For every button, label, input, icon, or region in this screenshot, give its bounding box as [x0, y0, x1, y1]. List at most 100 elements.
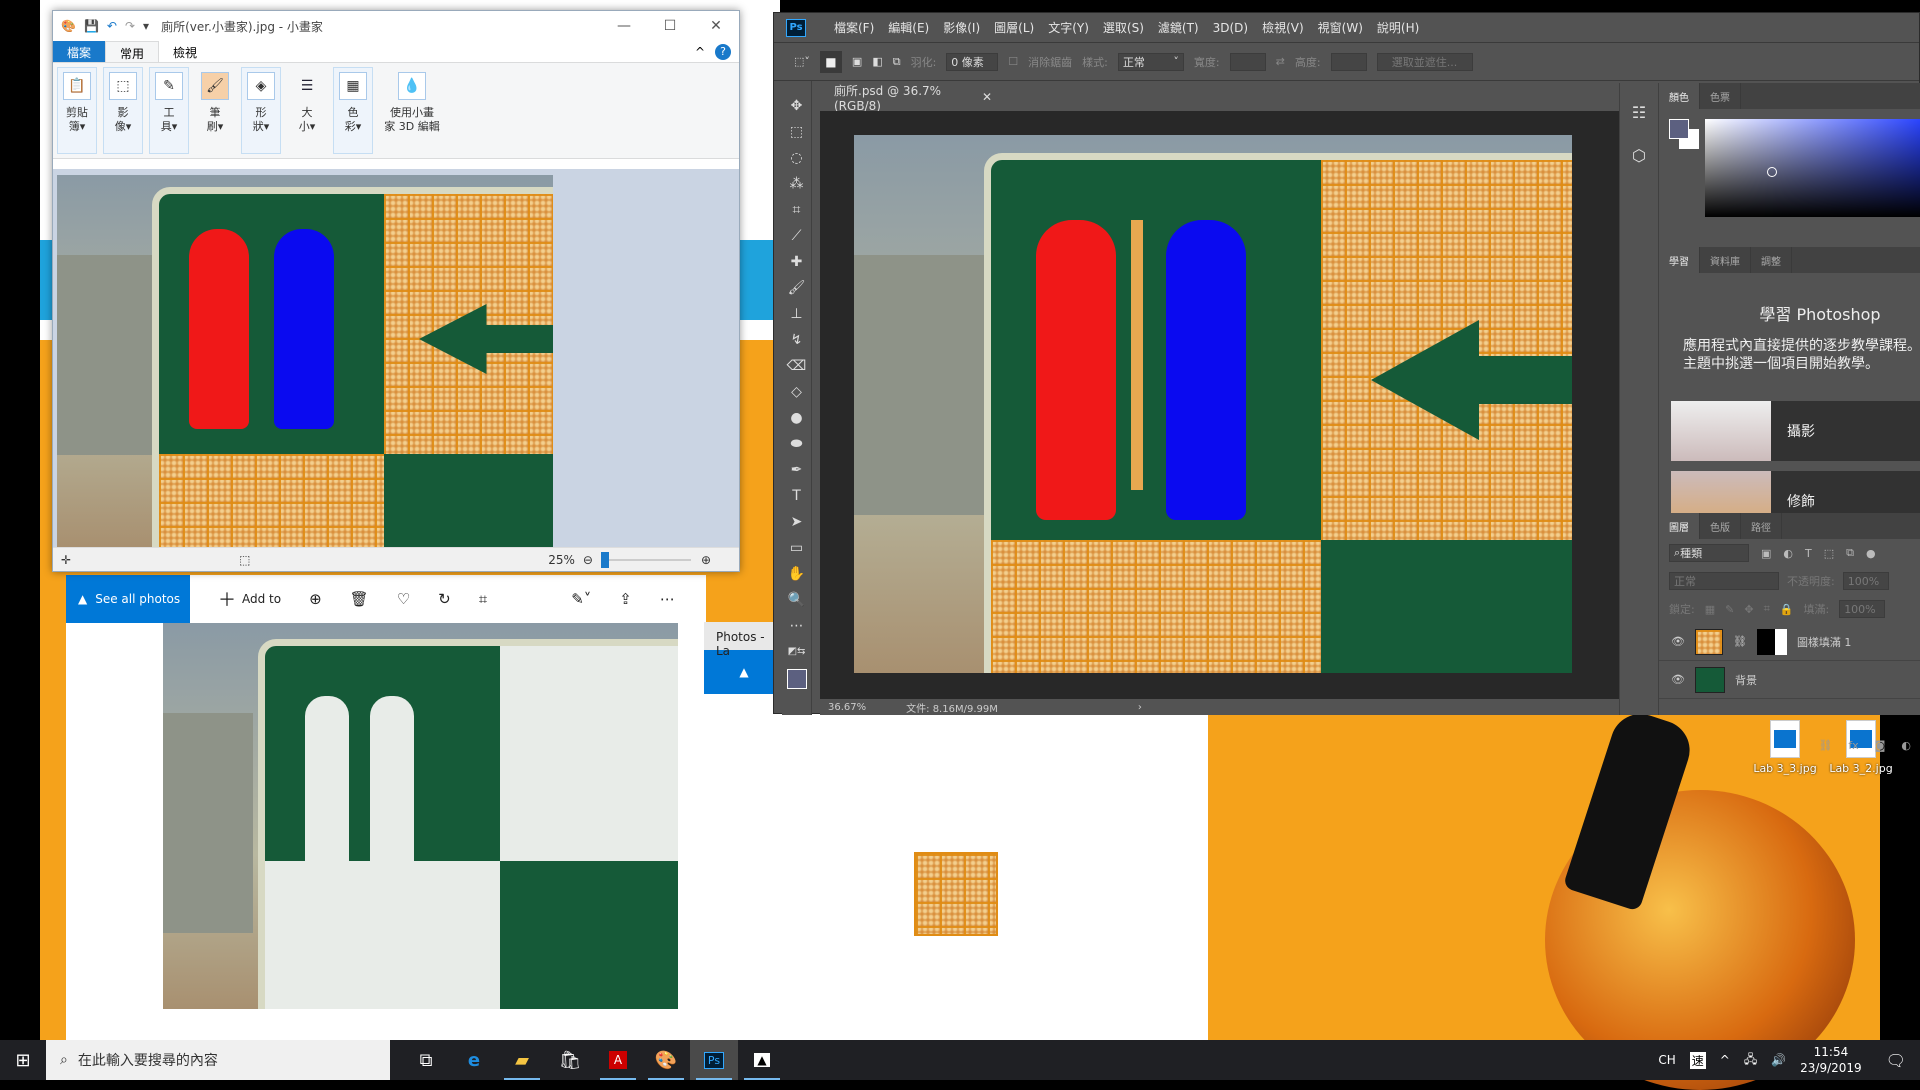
adjustment-layer-icon[interactable]: ◐: [1901, 739, 1911, 752]
menu-image[interactable]: 影像(I): [943, 19, 980, 36]
learn-item-photography[interactable]: 攝影: [1671, 401, 1920, 461]
menu-layer[interactable]: 圖層(L): [994, 19, 1034, 36]
menu-edit[interactable]: 編輯(E): [888, 19, 929, 36]
color-picker-cursor[interactable]: [1767, 167, 1777, 177]
blend-mode-select[interactable]: 正常: [1669, 572, 1779, 590]
notifications-icon[interactable]: 🗨: [1886, 1051, 1906, 1070]
zoom-slider-thumb[interactable]: [600, 551, 609, 568]
menu-type[interactable]: 文字(Y): [1048, 19, 1089, 36]
eraser-tool-icon[interactable]: ⌫: [787, 357, 807, 375]
collapse-ribbon-icon[interactable]: ^: [695, 45, 705, 59]
taskbar-photoshop[interactable]: Ps: [690, 1040, 738, 1080]
tab-view[interactable]: 檢視: [159, 41, 211, 62]
menu-3d[interactable]: 3D(D): [1213, 21, 1248, 35]
tab-learn[interactable]: 學習: [1659, 247, 1700, 273]
size-button[interactable]: ☰ 大 小▾: [287, 67, 327, 154]
opacity-input[interactable]: 100%: [1842, 572, 1889, 590]
marquee-tool-icon[interactable]: ⬚: [790, 123, 803, 141]
filter-smart-icon[interactable]: ⧉: [1846, 546, 1854, 560]
tab-paths[interactable]: 路徑: [1741, 513, 1782, 539]
colors-button[interactable]: ▦ 色 彩▾: [333, 67, 373, 154]
help-icon[interactable]: ?: [715, 43, 731, 60]
menu-help[interactable]: 說明(H): [1377, 19, 1419, 36]
blur-tool-icon[interactable]: ●: [790, 409, 802, 427]
brushes-button[interactable]: 🖌 筆 刷▾: [195, 67, 235, 154]
hand-tool-icon[interactable]: ✋: [788, 565, 805, 583]
taskbar-acrobat[interactable]: A: [594, 1040, 642, 1080]
tab-adjustments[interactable]: 調整: [1751, 247, 1792, 273]
volume-icon[interactable]: 🔊: [1771, 1053, 1786, 1067]
add-mask-icon[interactable]: ◙: [1875, 739, 1886, 752]
tab-file[interactable]: 檔案: [53, 41, 106, 62]
add-to-button[interactable]: ＋ Add to: [218, 586, 281, 612]
marquee-tool-preset-icon[interactable]: ⬚˅: [794, 55, 810, 68]
visibility-eye-icon[interactable]: 👁: [1671, 635, 1685, 648]
menu-select[interactable]: 選取(S): [1103, 19, 1144, 36]
menu-view[interactable]: 檢視(V): [1262, 19, 1304, 36]
tab-channels[interactable]: 色版: [1700, 513, 1741, 539]
tab-libraries[interactable]: 資料庫: [1700, 247, 1751, 273]
height-input[interactable]: [1330, 52, 1367, 71]
favorite-icon[interactable]: ♡: [397, 590, 410, 608]
delete-icon[interactable]: 🗑: [350, 590, 369, 608]
select-and-mask-button[interactable]: 選取並遮住...: [1376, 52, 1473, 71]
swap-colors-icon[interactable]: ◩⇆: [788, 643, 806, 661]
link-icon[interactable]: ⛓: [1733, 635, 1747, 648]
document-tab[interactable]: 廁所.psd @ 36.7% (RGB/8) ✕: [822, 83, 992, 113]
ime-language[interactable]: CH: [1658, 1053, 1675, 1067]
maximize-button[interactable]: ☐: [647, 18, 693, 34]
path-selection-tool-icon[interactable]: ➤: [791, 513, 803, 531]
zoom-out-button[interactable]: ⊖: [583, 553, 593, 567]
taskbar-photos[interactable]: ▲: [738, 1040, 786, 1080]
menu-window[interactable]: 視窗(W): [1318, 19, 1363, 36]
visibility-eye-icon[interactable]: 👁: [1671, 673, 1685, 686]
tools-button[interactable]: ✎ 工 具▾: [149, 67, 189, 154]
document-canvas[interactable]: [854, 135, 1572, 673]
layer-row[interactable]: 👁 背景: [1659, 661, 1920, 699]
history-panel-icon[interactable]: ☷: [1620, 103, 1658, 122]
filter-pixel-icon[interactable]: ▣: [1761, 547, 1771, 560]
paint-bucket-tool-icon[interactable]: ◇: [791, 383, 802, 401]
see-all-photos-button[interactable]: ▲ See all photos: [66, 575, 190, 623]
fill-input[interactable]: 100%: [1839, 600, 1886, 618]
background-color-swatch[interactable]: [795, 678, 816, 698]
swap-dimensions-icon[interactable]: ⇄: [1276, 55, 1285, 68]
sponge-tool-icon[interactable]: ⬬: [791, 435, 803, 453]
history-brush-tool-icon[interactable]: ↯: [791, 331, 803, 349]
pen-tool-icon[interactable]: ✒: [791, 461, 803, 479]
edit-icon[interactable]: ✎˅: [571, 590, 591, 608]
feather-input[interactable]: 0 像素: [946, 52, 999, 71]
tab-home[interactable]: 常用: [105, 41, 160, 62]
image-button[interactable]: ⬚ 影 像▾: [103, 67, 143, 154]
minimize-button[interactable]: —: [601, 18, 647, 34]
eyedropper-tool-icon[interactable]: ⟋: [792, 227, 802, 245]
taskbar-file-explorer[interactable]: ▰: [498, 1040, 546, 1080]
shapes-button[interactable]: ◈ 形 狀▾: [241, 67, 281, 154]
3d-panel-icon[interactable]: ⬡: [1620, 146, 1658, 165]
close-tab-icon[interactable]: ✕: [982, 90, 992, 104]
color-field[interactable]: [1705, 119, 1920, 217]
filter-shape-icon[interactable]: ⬚: [1824, 547, 1834, 560]
width-input[interactable]: [1229, 52, 1266, 71]
filter-adjustment-icon[interactable]: ◐: [1783, 547, 1793, 560]
lock-transparent-icon[interactable]: ▦: [1705, 603, 1715, 616]
clock[interactable]: 11:54 23/9/2019: [1800, 1044, 1862, 1076]
more-icon[interactable]: ⋯: [660, 590, 675, 608]
lasso-tool-icon[interactable]: ◌: [790, 149, 802, 167]
zoom-tool-icon[interactable]: 🔍: [788, 591, 805, 609]
antialias-checkbox[interactable]: ☐: [1008, 55, 1018, 68]
move-tool-icon[interactable]: ✥: [791, 97, 803, 115]
menu-file[interactable]: 檔案(F): [834, 19, 874, 36]
undo-icon[interactable]: ↶: [107, 19, 117, 33]
status-zoom[interactable]: 36.67%: [828, 702, 866, 713]
tab-swatches[interactable]: 色票: [1700, 83, 1741, 109]
zoom-slider[interactable]: [600, 551, 691, 568]
healing-brush-tool-icon[interactable]: ✚: [791, 253, 803, 271]
taskbar-paint[interactable]: 🎨: [642, 1040, 690, 1080]
redo-icon[interactable]: ↷: [125, 19, 135, 33]
foreground-color-swatch[interactable]: [786, 669, 816, 698]
add-selection-icon[interactable]: ▣: [852, 55, 862, 68]
ime-mode[interactable]: 速: [1689, 1051, 1706, 1069]
task-view-button[interactable]: ⧉: [402, 1040, 450, 1080]
taskbar-store[interactable]: 🛍: [546, 1040, 594, 1080]
